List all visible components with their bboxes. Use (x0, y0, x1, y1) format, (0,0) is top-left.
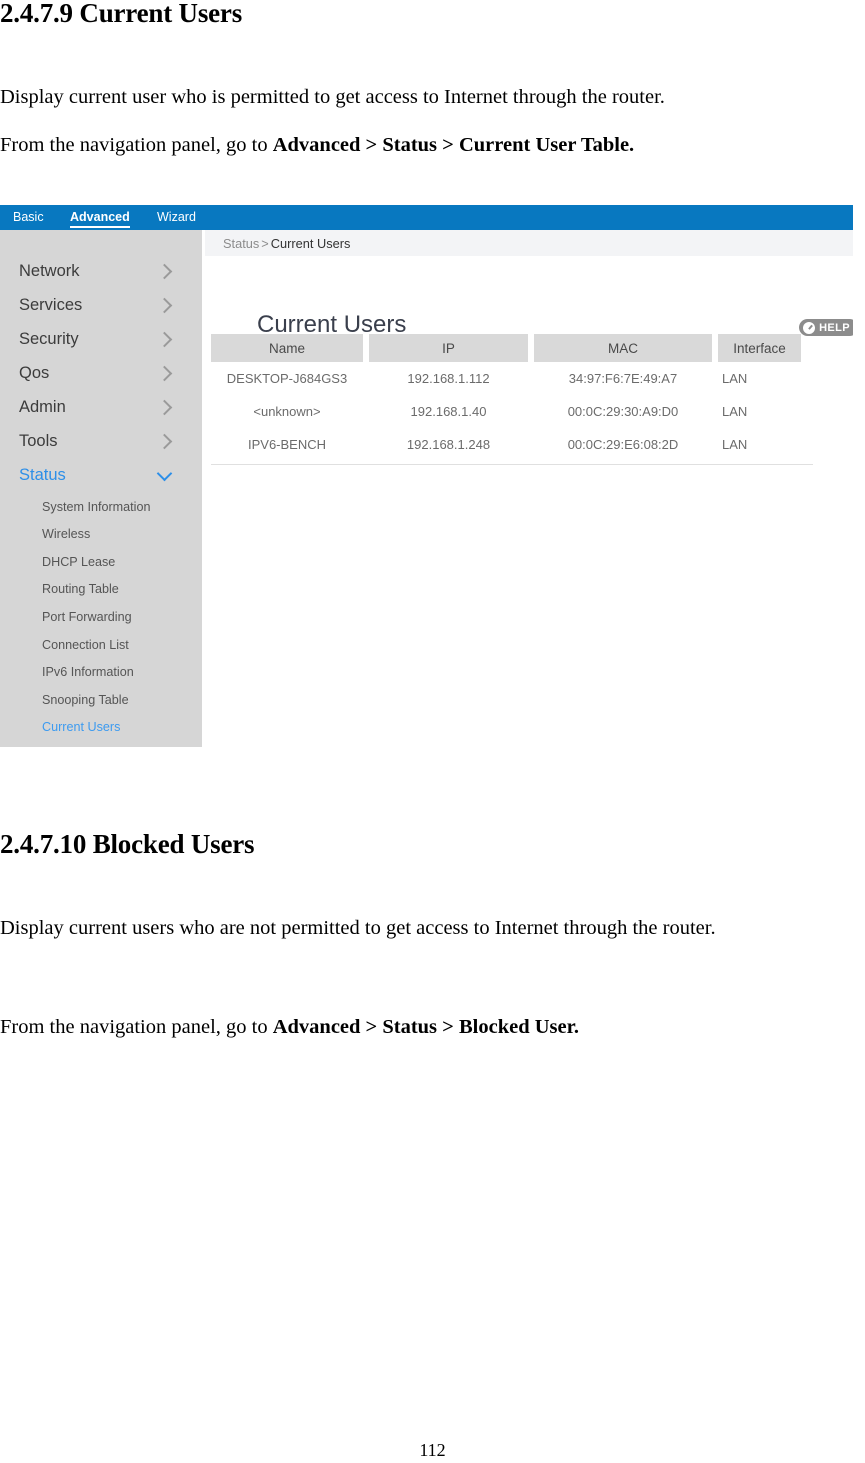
section-blocked-paragraph-2: From the navigation panel, go to Advance… (0, 1014, 860, 1040)
breadcrumb-current: Current Users (270, 236, 351, 251)
sidebar-subitem-wireless[interactable]: Wireless (0, 523, 202, 551)
sidebar-subitem-label: Routing Table (42, 582, 119, 596)
sidebar-item-label: Admin (19, 398, 66, 416)
breadcrumb-parent[interactable]: Status (223, 236, 259, 251)
cell-interface: LAN (722, 371, 748, 386)
chevron-right-icon (156, 263, 173, 280)
chevron-right-icon (156, 399, 173, 416)
chevron-right-icon (156, 297, 173, 314)
sidebar-item-network[interactable]: Network (0, 255, 202, 289)
sidebar-subitem-label: DHCP Lease (42, 555, 116, 569)
sidebar-item-label: Status (19, 466, 66, 484)
sidebar-subitem-system-information[interactable]: System Information (0, 496, 202, 524)
table-bottom-divider (211, 464, 813, 465)
sidebar-subitem-current-users[interactable]: Current Users (0, 716, 202, 744)
help-button-label: HELP (819, 321, 850, 334)
sidebar-item-tools[interactable]: Tools (0, 425, 202, 459)
section-blocked-paragraph-1: Display current users who are not permit… (0, 917, 716, 939)
sidebar-item-label: Qos (19, 364, 50, 382)
top-navigation-bar: Basic Advanced Wizard (0, 205, 853, 230)
sidebar-navigation: Network Services Security Qos Admin Tool… (0, 230, 202, 747)
chevron-right-icon (156, 331, 173, 348)
breadcrumb-bar: Status > Current Users (205, 230, 853, 256)
table-header-row: Name IP MAC Interface (211, 334, 821, 362)
sidebar-item-security[interactable]: Security (0, 323, 202, 357)
cell-mac: 00:0C:29:E6:08:2D (567, 437, 679, 452)
sidebar-item-label: Security (19, 330, 79, 348)
sidebar-subitem-ipv6-information[interactable]: IPv6 Information (0, 661, 202, 689)
section-blocked-paragraph-2-prefix: From the navigation panel, go to (0, 1016, 273, 1038)
top-nav-item-advanced[interactable]: Advanced (70, 209, 130, 228)
section-current-paragraph-2: From the navigation panel, go to Advance… (0, 132, 860, 158)
sidebar-subitem-label: Snooping Table (42, 693, 129, 707)
cell-mac: 00:0C:29:30:A9:D0 (567, 404, 679, 419)
table-row: IPV6-BENCH 192.168.1.248 00:0C:29:E6:08:… (211, 428, 821, 461)
section-blocked-nav-path: Advanced > Status > Blocked User. (272, 1016, 579, 1038)
breadcrumb: Status > Current Users (223, 235, 350, 252)
cell-name: <unknown> (253, 404, 321, 419)
sidebar-subitem-label: IPv6 Information (42, 665, 134, 679)
top-nav-item-basic[interactable]: Basic (13, 209, 44, 226)
table-header-mac: MAC (534, 334, 712, 362)
chevron-right-icon (156, 365, 173, 382)
top-nav-item-wizard[interactable]: Wizard (157, 209, 196, 226)
cell-name: IPV6-BENCH (247, 437, 327, 452)
table-header-ip: IP (369, 334, 528, 362)
sidebar-subitem-dhcp-lease[interactable]: DHCP Lease (0, 551, 202, 579)
table-row: DESKTOP-J684GS3 192.168.1.112 34:97:F6:7… (211, 362, 821, 395)
page-number: 112 (419, 1440, 446, 1460)
section-heading-current-users: 2.4.7.9 Current Users (0, 0, 243, 28)
sidebar-item-label: Tools (19, 432, 58, 450)
section-current-paragraph-1: Display current user who is permitted to… (0, 86, 665, 108)
cell-interface: LAN (722, 437, 748, 452)
table-header-name: Name (211, 334, 363, 362)
router-ui-screenshot: Basic Advanced Wizard Network Services S… (0, 205, 853, 747)
cell-name: DESKTOP-J684GS3 (226, 371, 348, 386)
cell-ip: 192.168.1.40 (410, 404, 487, 419)
cell-ip: 192.168.1.112 (407, 371, 490, 386)
sidebar-item-admin[interactable]: Admin (0, 391, 202, 425)
sidebar-subitem-label: Connection List (42, 638, 129, 652)
sidebar-subitem-label: Port Forwarding (42, 610, 132, 624)
sidebar-item-label: Network (19, 262, 80, 280)
sidebar-subitem-connection-list[interactable]: Connection List (0, 634, 202, 662)
section-current-nav-path: Advanced > Status > Current User Table. (272, 134, 635, 156)
content-area: Status > Current Users Current Users HELP … (205, 230, 853, 747)
section-heading-blocked-users: 2.4.7.10 Blocked Users (0, 829, 255, 859)
table-header-interface: Interface (718, 334, 801, 362)
cell-mac: 34:97:F6:7E:49:A7 (568, 371, 678, 386)
help-question-icon (803, 321, 816, 334)
sidebar-subitem-label: System Information (42, 500, 151, 514)
section-current-paragraph-2-prefix: From the navigation panel, go to (0, 134, 273, 156)
sidebar-subitem-snooping-table[interactable]: Snooping Table (0, 689, 202, 717)
sidebar-subitem-label: Current Users (42, 720, 121, 734)
sidebar-subitem-routing-table[interactable]: Routing Table (0, 578, 202, 606)
cell-interface: LAN (722, 404, 748, 419)
sidebar-item-services[interactable]: Services (0, 289, 202, 323)
table-row: <unknown> 192.168.1.40 00:0C:29:30:A9:D0… (211, 395, 821, 428)
sidebar-subitem-port-forwarding[interactable]: Port Forwarding (0, 606, 202, 634)
chevron-down-icon (156, 465, 173, 482)
breadcrumb-separator: > (261, 236, 269, 251)
sidebar-subitem-label: Wireless (42, 527, 91, 541)
sidebar-item-qos[interactable]: Qos (0, 357, 202, 391)
chevron-right-icon (156, 433, 173, 450)
cell-ip: 192.168.1.248 (406, 437, 491, 452)
sidebar-item-label: Services (19, 296, 83, 314)
sidebar-item-status[interactable]: Status (0, 459, 202, 493)
current-users-table: Name IP MAC Interface DESKTOP-J684GS3 19… (211, 334, 821, 465)
